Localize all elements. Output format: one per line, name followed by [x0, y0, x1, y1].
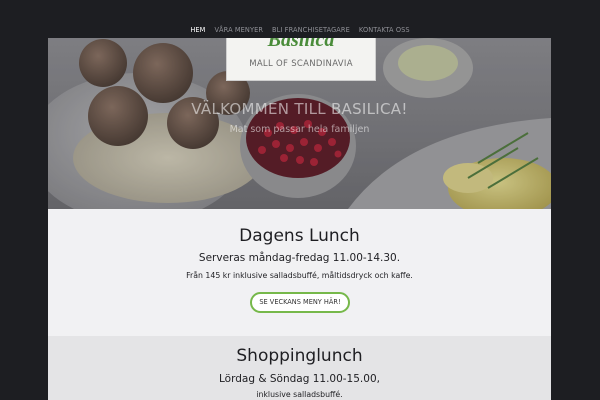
nav-link-franchise[interactable]: BLI FRANCHISETAGARE	[272, 26, 350, 34]
hero-banner: Basilica MALL OF SCANDINAVIA VÄLKOMMEN T…	[48, 38, 551, 209]
logo[interactable]: Basilica MALL OF SCANDINAVIA	[226, 38, 376, 81]
top-navigation: HEM VÅRA MENYER BLI FRANCHISETAGARE KONT…	[0, 0, 600, 38]
weekly-menu-button[interactable]: SE VECKANS MENY HÄR!	[250, 292, 350, 313]
daily-lunch-price: Från 145 kr inklusive salladsbuffé, målt…	[186, 271, 413, 280]
page-content: Basilica MALL OF SCANDINAVIA VÄLKOMMEN T…	[48, 38, 551, 400]
nav-item-menyer[interactable]: VÅRA MENYER	[214, 19, 263, 37]
shopping-lunch-title: Shoppinglunch	[236, 346, 363, 366]
hero-subtitle: Mat som passar hela familjen	[229, 124, 370, 135]
shopping-lunch-hours: Lördag & Söndag 11.00-15.00,	[219, 373, 380, 385]
nav-link-kontakt[interactable]: KONTAKTA OSS	[359, 26, 410, 34]
shopping-lunch-detail: inklusive salladsbuffé.	[256, 390, 343, 399]
nav-item-hem[interactable]: HEM	[190, 19, 205, 37]
daily-lunch-hours: Serveras måndag-fredag 11.00-14.30.	[198, 252, 401, 264]
hero-title: VÄLKOMMEN TILL BASILICA!	[191, 100, 408, 118]
nav-item-franchise[interactable]: BLI FRANCHISETAGARE	[272, 19, 350, 37]
daily-lunch-title: Dagens Lunch	[239, 226, 360, 246]
logo-wordmark: Basilica	[267, 38, 335, 51]
nav-link-menyer[interactable]: VÅRA MENYER	[214, 26, 263, 34]
daily-lunch-section: Dagens Lunch Serveras måndag-fredag 11.0…	[48, 209, 551, 336]
nav-item-kontakt[interactable]: KONTAKTA OSS	[359, 19, 410, 37]
logo-location: MALL OF SCANDINAVIA	[249, 59, 353, 69]
nav-link-hem[interactable]: HEM	[190, 26, 205, 34]
shopping-lunch-section: Shoppinglunch Lördag & Söndag 11.00-15.0…	[48, 336, 551, 400]
